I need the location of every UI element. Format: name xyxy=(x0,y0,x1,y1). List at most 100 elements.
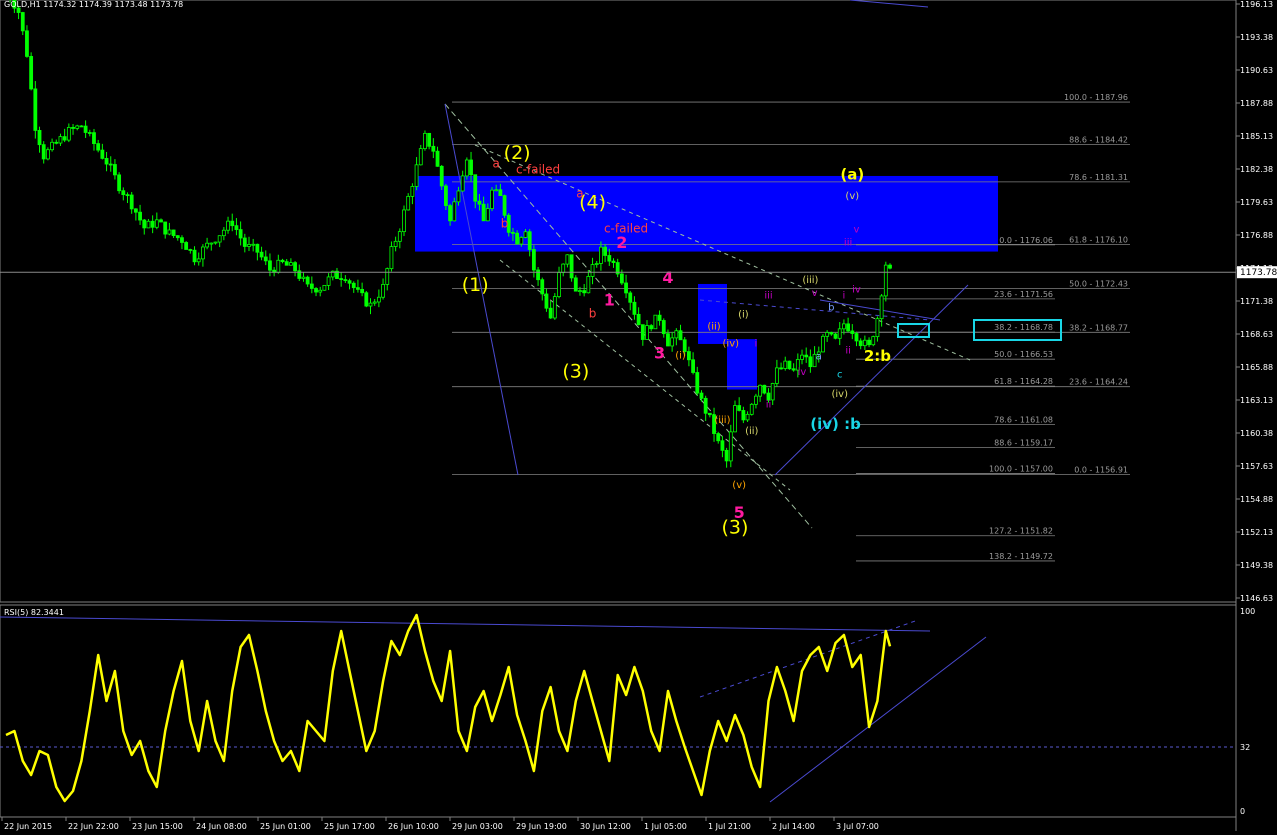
supply-demand-zones xyxy=(415,175,998,390)
fib-level-label: 61.8 - 1164.28 xyxy=(994,377,1053,386)
candle-body xyxy=(661,320,666,335)
time-tick-label: 25 Jun 01:00 xyxy=(260,822,311,831)
candle-body xyxy=(754,395,758,405)
candle-body xyxy=(133,208,138,213)
wave-label: (1) xyxy=(462,274,489,296)
time-tick-label: 25 Jun 17:00 xyxy=(324,822,375,831)
wave-label: 2 xyxy=(616,233,627,252)
candle-body xyxy=(100,149,105,159)
candle-body xyxy=(867,339,871,346)
candle-body xyxy=(121,190,126,196)
candle-body xyxy=(226,220,230,231)
price-tick-label: 1176.88 xyxy=(1240,231,1273,240)
candle-body xyxy=(221,229,226,237)
wave-label: iv xyxy=(852,284,861,295)
candle-body xyxy=(414,164,419,187)
candle-body xyxy=(787,360,792,370)
fib-level-label: 127.2 - 1151.82 xyxy=(989,527,1053,536)
candle-body xyxy=(280,259,285,263)
candle-body xyxy=(263,256,268,262)
candle-body xyxy=(674,330,679,339)
candle-body xyxy=(632,301,637,315)
candle-body xyxy=(804,354,809,358)
candle-body xyxy=(515,232,520,245)
trendline xyxy=(774,284,969,476)
candle-body xyxy=(557,272,561,297)
price-chart-canvas[interactable]: 100.0 - 1187.96 88.6 - 1184.42 78.6 - 1181… xyxy=(0,0,1277,831)
candle-body xyxy=(247,244,251,247)
candle-body xyxy=(339,278,344,280)
wave-label: (iv) xyxy=(831,389,848,400)
candle-body xyxy=(888,264,892,269)
wave-label: v xyxy=(854,224,860,235)
candle-body xyxy=(360,288,365,294)
candle-body xyxy=(875,318,880,338)
candle-body xyxy=(561,263,566,273)
candle-body xyxy=(37,130,42,146)
candle-body xyxy=(544,293,549,309)
chart-window[interactable]: 100.0 - 1187.96 88.6 - 1184.42 78.6 - 1181… xyxy=(0,0,1277,831)
wave-label: (a) xyxy=(840,166,864,184)
wave-label: b xyxy=(828,302,834,313)
fib-level-label: 50.0 - 1172.43 xyxy=(1069,279,1128,288)
candle-body xyxy=(741,410,746,421)
candle-body xyxy=(356,287,360,290)
candle-body xyxy=(33,88,38,131)
candle-body xyxy=(238,229,243,239)
candle-body xyxy=(825,332,830,337)
candle-body xyxy=(653,314,658,330)
wave-label: v xyxy=(812,288,818,299)
candle-body xyxy=(666,333,670,347)
candle-body xyxy=(309,283,314,289)
candle-body xyxy=(678,330,683,341)
candle-body xyxy=(259,251,264,258)
candle-body xyxy=(268,260,272,271)
wave-label: a xyxy=(816,352,822,363)
candle-body xyxy=(821,335,825,353)
candle-body xyxy=(213,241,218,244)
candle-body xyxy=(536,269,540,281)
price-tick-label: 1196.13 xyxy=(1240,0,1273,9)
candle-body xyxy=(862,339,867,347)
candle-body xyxy=(104,158,109,165)
candle-body xyxy=(724,449,729,462)
candle-body xyxy=(209,242,214,245)
candle-body xyxy=(800,354,804,360)
candle-body xyxy=(351,282,356,289)
candle-body xyxy=(498,189,503,196)
candle-body xyxy=(511,231,515,234)
time-tick-label: 1 Jul 05:00 xyxy=(644,822,687,831)
time-tick-label: 26 Jun 10:00 xyxy=(388,822,439,831)
candle-body xyxy=(142,219,147,229)
candle-body xyxy=(255,243,260,253)
candle-body xyxy=(45,149,50,160)
candle-body xyxy=(519,237,524,245)
candle-body xyxy=(858,340,863,347)
candle-body xyxy=(293,262,297,272)
wave-label: (ii) xyxy=(745,426,758,437)
candle-body xyxy=(393,240,398,247)
candle-body xyxy=(494,189,499,192)
candle-body xyxy=(205,242,209,248)
wave-label: i xyxy=(843,290,846,301)
candle-body xyxy=(435,150,440,167)
candle-body xyxy=(376,296,381,303)
candle-body xyxy=(879,295,884,320)
candle-body xyxy=(578,290,582,292)
wave-label: (3) xyxy=(562,361,589,383)
candle-body xyxy=(347,280,352,284)
candle-body xyxy=(58,136,63,144)
wave-label: (2) xyxy=(504,142,531,164)
candle-body xyxy=(20,12,25,32)
candle-body xyxy=(108,163,113,166)
candle-body xyxy=(628,292,633,303)
wave-label: (iv) :b xyxy=(810,415,861,433)
price-tick-label: 1146.63 xyxy=(1240,594,1273,603)
symbol-info-header: GOLD,H1 1174.32 1174.39 1173.48 1173.78 xyxy=(4,0,183,9)
price-tick-label: 1179.63 xyxy=(1240,198,1273,207)
candle-body xyxy=(397,231,402,242)
wave-label: 2:b xyxy=(864,347,891,365)
wave-label: b xyxy=(501,217,509,231)
candle-body xyxy=(184,242,189,250)
trendline xyxy=(699,299,931,321)
